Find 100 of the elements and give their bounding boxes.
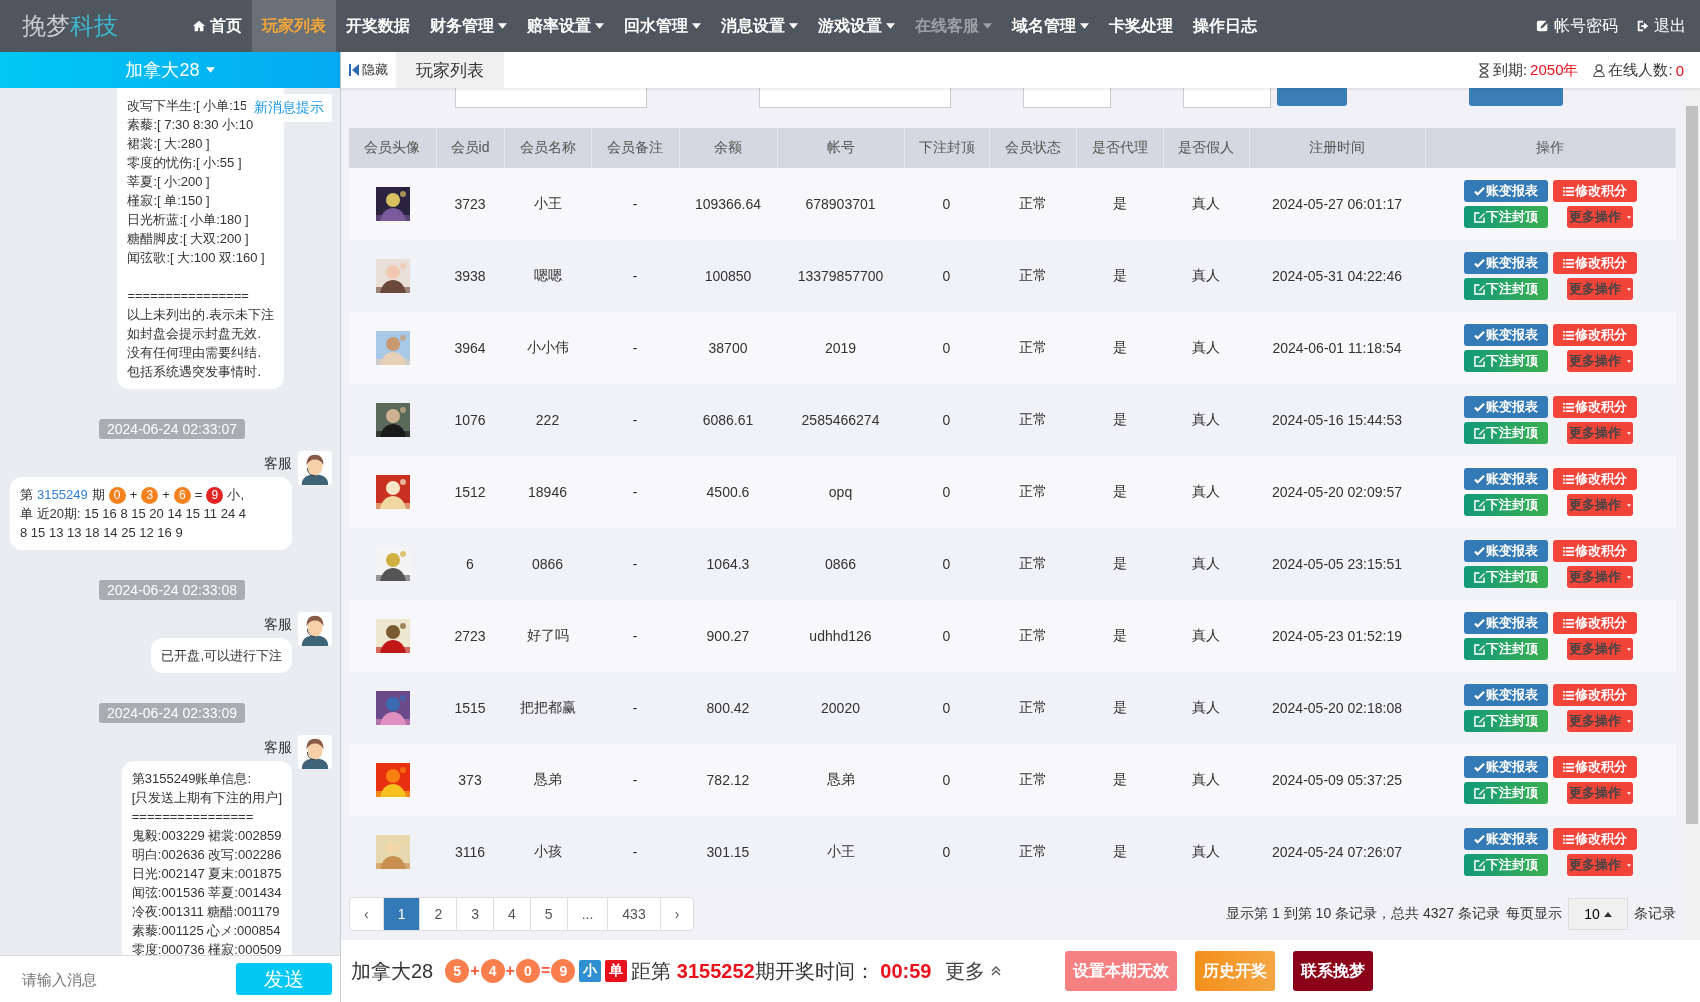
page-link[interactable]: 5 [530,898,568,930]
tab[interactable]: 玩家列表 [396,52,504,88]
action-button[interactable]: 下注封顶 [1463,422,1548,444]
nav-item[interactable]: 开奖数据 [336,0,420,52]
nav-item[interactable]: 消息设置 [711,0,808,52]
action-button[interactable]: 下注封顶 [1463,350,1548,372]
action-button[interactable]: 账变报表 [1463,468,1548,490]
nav-item[interactable]: 财务管理 [420,0,517,52]
page-link[interactable]: 3 [457,898,495,930]
action-button[interactable]: 下注封顶 [1463,494,1548,516]
nav-link[interactable]: 退出 [1636,15,1686,37]
action-button[interactable]: 账变报表 [1463,540,1548,562]
list-icon [1562,473,1574,485]
scrollbar[interactable] [1684,88,1700,940]
page-link[interactable]: 433 [608,898,661,930]
nav-item[interactable]: 卡奖处理 [1099,0,1183,52]
action-button[interactable]: 下注封顶 [1463,278,1548,300]
number-ball: 6 [173,487,191,504]
action-button[interactable]: 账变报表 [1463,396,1548,418]
action-button[interactable]: 更多操作 [1566,494,1633,516]
user-icon [1593,62,1606,78]
action-button[interactable]: 修改积分 [1552,324,1637,346]
send-button[interactable]: 发送 [236,963,332,995]
action-button[interactable]: 账变报表 [1463,180,1548,202]
game-name: 加拿大28 [351,958,434,984]
action-button[interactable]: 修改积分 [1552,684,1637,706]
caret-icon [1626,646,1631,652]
list-icon [1562,833,1574,845]
operator: = [540,962,551,980]
number-ball: 0 [515,959,540,983]
action-button[interactable]: 账变报表 [1463,324,1548,346]
action-button[interactable]: 更多操作 [1566,566,1633,588]
action-button[interactable]: 更多操作 [1566,206,1633,228]
action-button[interactable]: 更多操作 [1566,350,1633,372]
caret-icon [1626,574,1631,580]
nav-item[interactable]: 首页 [182,0,252,52]
action-button[interactable]: 下注封顶 [1463,638,1548,660]
page-link[interactable]: ‹ [350,898,384,930]
action-button[interactable]: 修改积分 [1552,756,1637,778]
table-cell: 是 [1076,384,1163,456]
nav-item[interactable]: 赔率设置 [517,0,614,52]
action-button[interactable]: 账变报表 [1463,252,1548,274]
table-cell: 1064.3 [679,528,777,600]
action-button[interactable]: 下注封顶 [1463,782,1548,804]
action-button[interactable]: 修改积分 [1552,468,1637,490]
message-text: 期 [91,486,105,504]
action-button[interactable]: 下注封顶 [1463,206,1548,228]
action-button[interactable]: 更多操作 [1566,638,1633,660]
channel-selector[interactable]: 加拿大28 [0,52,340,88]
action-button[interactable]: 修改积分 [1552,180,1637,202]
check-icon [1473,545,1485,557]
operator: + [505,962,515,980]
page-link[interactable]: 2 [420,898,458,930]
action-button[interactable]: 更多操作 [1566,710,1633,732]
nav-item[interactable]: 域名管理 [1002,0,1099,52]
column-header: 操作 [1425,128,1676,168]
action-button[interactable]: 账变报表 [1463,684,1548,706]
more-link[interactable]: 更多 [945,957,1002,985]
nav-item[interactable]: 回水管理 [614,0,711,52]
action-button[interactable]: 账变报表 [1463,612,1548,634]
caret-icon [789,23,798,29]
action-button[interactable]: 更多操作 [1566,422,1633,444]
table-cell: 正常 [989,528,1076,600]
per-page-select[interactable]: 10 [1568,898,1628,930]
page-link[interactable]: ... [567,898,609,930]
action-button[interactable]: 修改积分 [1552,540,1637,562]
nav-item[interactable]: 游戏设置 [808,0,905,52]
table-cell: 2024-05-05 23:15:51 [1249,528,1425,600]
table-cell: 3723 [436,168,504,240]
action-button[interactable]: 修改积分 [1552,252,1637,274]
nav-item[interactable]: 操作日志 [1183,0,1267,52]
action-button[interactable]: 下注封顶 [1463,854,1548,876]
action-button[interactable]: 修改积分 [1552,612,1637,634]
action-button[interactable]: 更多操作 [1566,782,1633,804]
edit-icon [1473,715,1485,727]
nav-item[interactable]: 玩家列表 [252,0,336,52]
action-button[interactable]: 设置本期无效 [1065,951,1178,991]
edit-icon [1473,211,1485,223]
edit-icon [1473,355,1485,367]
nav-link[interactable]: 帐号密码 [1536,15,1618,37]
list-icon [1562,257,1574,269]
table-cell: udhhd126 [777,600,904,672]
action-button[interactable]: 修改积分 [1552,828,1637,850]
table-cell: 正常 [989,672,1076,744]
action-button[interactable]: 联系挽梦 [1293,951,1374,991]
check-icon [1473,833,1485,845]
action-button[interactable]: 账变报表 [1463,828,1548,850]
table-cell: 3964 [436,312,504,384]
page-link[interactable]: 1 [383,898,421,930]
action-button[interactable]: 历史开奖 [1195,951,1276,991]
action-button[interactable]: 更多操作 [1566,854,1633,876]
action-button[interactable]: 下注封顶 [1463,710,1548,732]
action-button[interactable]: 下注封顶 [1463,566,1548,588]
page-link[interactable]: › [660,898,694,930]
table-cell: - [591,600,679,672]
action-button[interactable]: 修改积分 [1552,396,1637,418]
hide-button[interactable]: 隐藏 [341,52,396,88]
action-button[interactable]: 更多操作 [1566,278,1633,300]
action-button[interactable]: 账变报表 [1463,756,1548,778]
page-link[interactable]: 4 [494,898,531,930]
